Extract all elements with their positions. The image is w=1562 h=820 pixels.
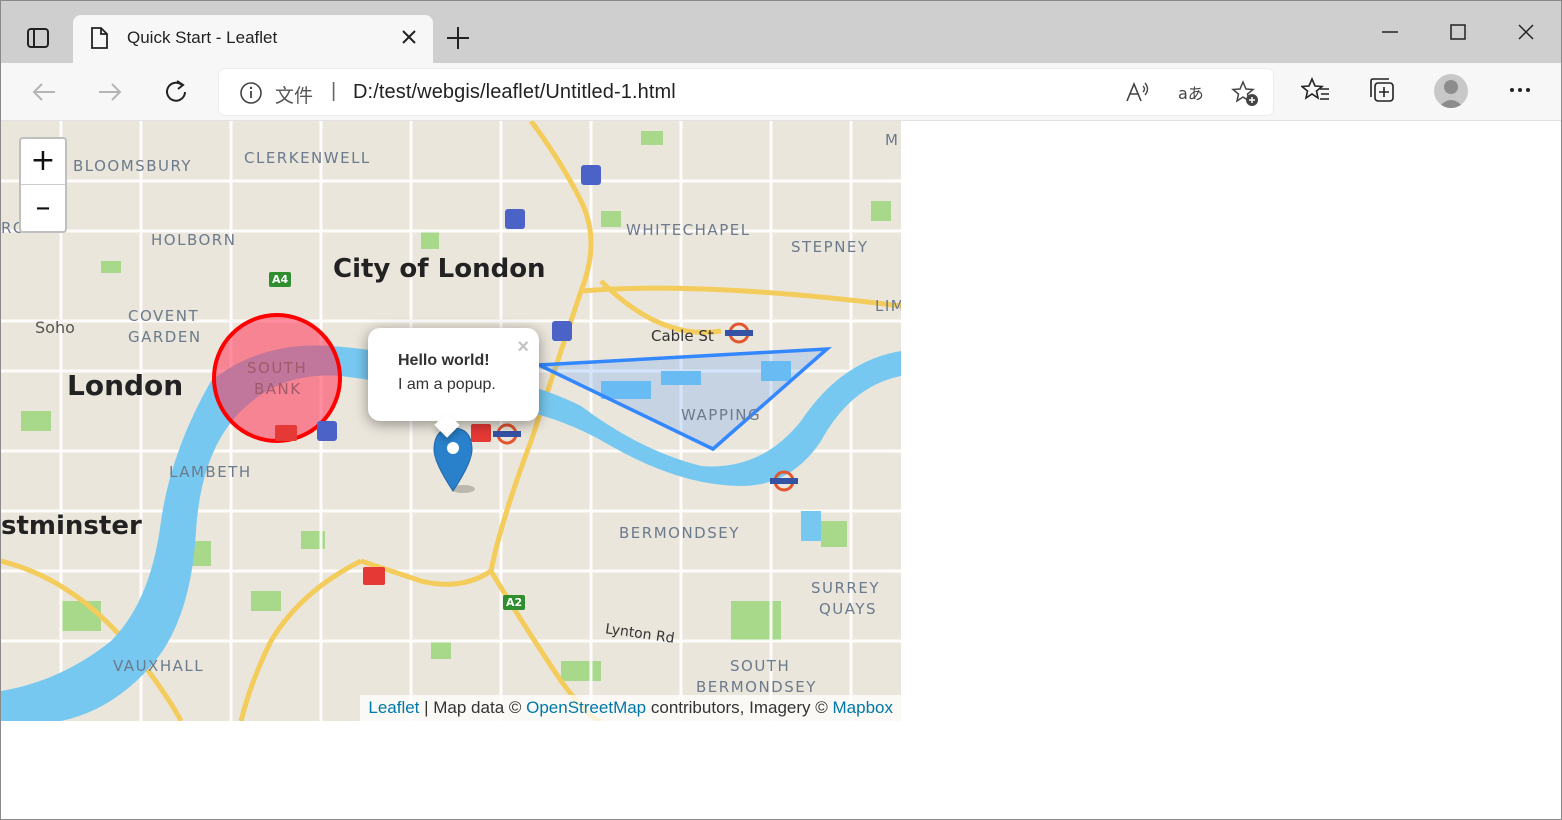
- label-london: London: [67, 369, 184, 402]
- map-attribution: Leaflet | Map data © OpenStreetMap contr…: [360, 695, 901, 721]
- attribution-text-1: | Map data ©: [419, 698, 527, 717]
- label-vauxhall: VAUXHALL: [113, 657, 205, 675]
- popup-title: Hello world!: [398, 352, 490, 369]
- label-wapping: WAPPING: [681, 406, 762, 424]
- leaflet-map[interactable]: BLOOMSBURY CLERKENWELL ROYA HOLBORN WHIT…: [1, 121, 901, 721]
- close-window-icon[interactable]: [1513, 19, 1539, 45]
- avatar[interactable]: [1434, 74, 1468, 108]
- more-icon[interactable]: [1505, 75, 1535, 105]
- tab-title: Quick Start - Leaflet: [127, 28, 278, 47]
- label-whitechapel: WHITECHAPEL: [626, 221, 751, 239]
- zoom-control: + –: [19, 137, 67, 233]
- label-surrey-1: SURREY: [811, 579, 880, 597]
- tab-strip: Quick Start - Leaflet: [1, 1, 1561, 63]
- label-south-bermondsey-2: BERMONDSEY: [696, 678, 817, 696]
- page-icon: [89, 27, 109, 54]
- road-shield-a4: A4: [269, 272, 292, 287]
- refresh-icon[interactable]: [161, 77, 191, 107]
- label-south-bank-1: SOUTH: [247, 359, 308, 377]
- label-covent-1: COVENT: [128, 307, 200, 325]
- url-text[interactable]: D:/test/webgis/leaflet/Untitled-1.html: [353, 81, 676, 104]
- favorites-icon[interactable]: [1299, 75, 1331, 105]
- address-separator: |: [331, 80, 337, 102]
- info-icon[interactable]: [239, 81, 263, 110]
- read-aloud-icon[interactable]: [1123, 79, 1151, 107]
- label-westminster: stminster: [1, 511, 142, 541]
- label-south-bermondsey-1: SOUTH: [730, 657, 791, 675]
- minimize-icon[interactable]: [1377, 19, 1403, 45]
- label-lim-fragment: LIM: [875, 297, 901, 315]
- label-soho: Soho: [35, 318, 75, 337]
- forward-arrow-icon[interactable]: [95, 77, 125, 107]
- browser-toolbar: 文件 | D:/test/webgis/leaflet/Untitled-1.h…: [1, 63, 1561, 121]
- attribution-text-2: contributors, Imagery ©: [646, 698, 833, 717]
- label-cable-st: Cable St: [651, 327, 714, 345]
- popup-close-button[interactable]: ×: [517, 336, 529, 359]
- road-shield-a2: A2: [503, 595, 526, 610]
- address-bar[interactable]: 文件 | D:/test/webgis/leaflet/Untitled-1.h…: [219, 69, 1273, 115]
- label-m-fragment: M: [885, 131, 900, 149]
- label-holborn: HOLBORN: [151, 231, 237, 249]
- mapbox-link[interactable]: Mapbox: [833, 698, 893, 717]
- label-stepney: STEPNEY: [791, 238, 869, 256]
- label-bermondsey: BERMONDSEY: [619, 524, 740, 542]
- label-covent-2: GARDEN: [128, 328, 202, 346]
- svg-text:aあ: aあ: [1178, 84, 1204, 103]
- close-tab-icon[interactable]: [399, 27, 419, 47]
- label-bloomsbury: BLOOMSBURY: [73, 157, 193, 175]
- label-surrey-2: QUAYS: [819, 600, 878, 618]
- marker-popup: × Hello world! I am a popup.: [368, 328, 539, 438]
- tab-actions-icon[interactable]: [15, 23, 61, 55]
- maximize-icon[interactable]: [1445, 19, 1471, 45]
- zoom-in-button[interactable]: +: [21, 139, 65, 185]
- star-plus-icon[interactable]: [1231, 79, 1259, 107]
- openstreetmap-link[interactable]: OpenStreetMap: [526, 698, 646, 717]
- site-info-label[interactable]: 文件: [275, 81, 313, 108]
- label-city-of-london: City of London: [333, 254, 546, 284]
- active-tab[interactable]: Quick Start - Leaflet: [73, 15, 433, 63]
- back-arrow-icon[interactable]: [29, 77, 59, 107]
- popup-body: I am a popup.: [398, 376, 496, 393]
- browser-window: Quick Start - Leaflet 文件 | D:/test/webgi…: [0, 0, 1562, 820]
- translate-icon[interactable]: aあ: [1177, 79, 1205, 107]
- label-clerkenwell: CLERKENWELL: [244, 149, 371, 167]
- zoom-out-button[interactable]: –: [21, 186, 65, 232]
- label-lambeth: LAMBETH: [169, 463, 252, 481]
- leaflet-link[interactable]: Leaflet: [368, 698, 419, 717]
- new-tab-plus-icon[interactable]: [445, 25, 471, 51]
- label-south-bank-2: BANK: [254, 380, 302, 398]
- collections-icon[interactable]: [1367, 75, 1397, 105]
